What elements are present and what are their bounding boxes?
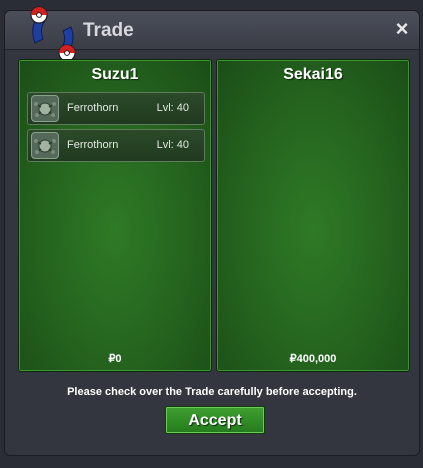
player-name-left: Suzu1 [91, 66, 139, 83]
money-amount-left: ₽0 [108, 353, 122, 365]
trade-notice: Please check over the Trade carefully be… [67, 386, 357, 398]
close-button[interactable]: × [391, 17, 413, 41]
offer-list-left: Ferrothorn Lvl: 40 Ferrothorn Lvl: 40 [27, 92, 205, 166]
list-item[interactable]: Ferrothorn Lvl: 40 [27, 129, 205, 162]
player-name-right: Sekai16 [283, 66, 343, 83]
ferrothorn-icon [31, 132, 59, 159]
item-level: Lvl: 40 [156, 102, 189, 114]
money-amount-right: ₽400,000 [289, 353, 337, 365]
window-title: Trade [83, 20, 134, 41]
trade-panel-right: Sekai16 ₽400,000 [216, 59, 410, 372]
ferrothorn-icon [31, 95, 59, 122]
accept-button[interactable]: Accept [165, 406, 265, 434]
pokeball-logo-icon [30, 6, 76, 62]
item-level: Lvl: 40 [156, 139, 189, 151]
trade-window: Trade × Suzu1 Ferrothorn Lvl: 40 Ferroth… [4, 6, 420, 456]
item-name: Ferrothorn [67, 139, 119, 151]
list-item[interactable]: Ferrothorn Lvl: 40 [27, 92, 205, 125]
trade-panel-left: Suzu1 Ferrothorn Lvl: 40 Ferrothorn Lvl:… [18, 59, 212, 372]
item-name: Ferrothorn [67, 102, 119, 114]
